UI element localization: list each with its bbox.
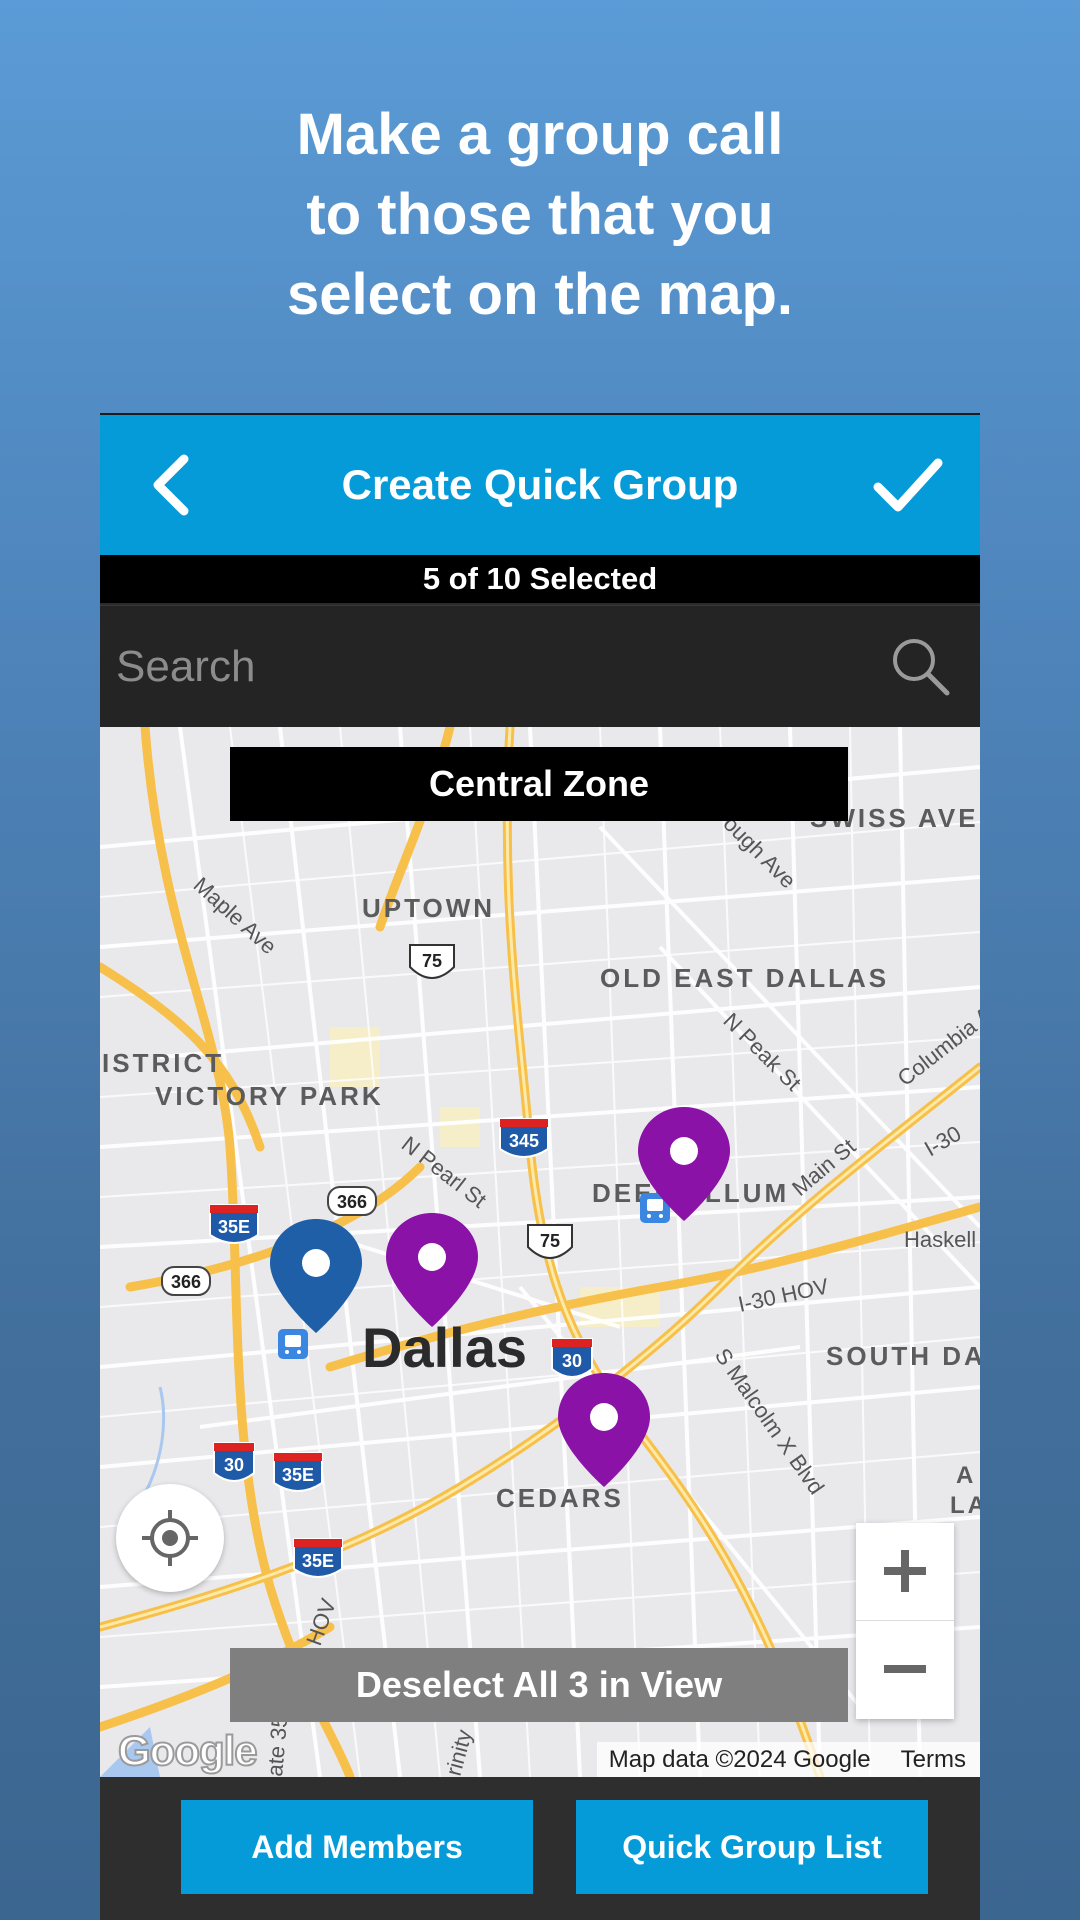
label-a: A: [956, 1462, 976, 1489]
selection-count: 5 of 10 Selected: [100, 555, 980, 603]
back-button[interactable]: [142, 453, 202, 517]
label-cedars: CEDARS: [496, 1483, 624, 1513]
svg-text:35E: 35E: [302, 1551, 334, 1571]
terms-link[interactable]: Terms: [901, 1746, 966, 1773]
i-35e-shield: 35E: [209, 1204, 259, 1244]
zone-label: Central Zone: [230, 747, 848, 821]
i-30-shield: 30: [213, 1442, 255, 1482]
svg-text:35E: 35E: [282, 1465, 314, 1485]
promo-line-1: Make a group call: [296, 102, 784, 167]
page-title: Create Quick Group: [341, 461, 739, 508]
plus-icon: [884, 1550, 926, 1592]
sh-366-shield-2: 366: [161, 1266, 211, 1296]
member-marker-purple-1[interactable]: [386, 1213, 478, 1327]
member-marker-purple-3[interactable]: [558, 1373, 650, 1487]
crosshair-icon: [142, 1510, 198, 1566]
us-75-shield: 75: [409, 944, 455, 979]
add-members-button[interactable]: Add Members: [181, 1800, 533, 1894]
svg-text:345: 345: [509, 1131, 539, 1151]
quick-group-list-button[interactable]: Quick Group List: [576, 1800, 928, 1894]
label-i30-hov: I-30 HOV: [736, 1273, 831, 1317]
label-haskell: Haskell: [904, 1227, 976, 1252]
my-location-button[interactable]: [116, 1484, 224, 1592]
confirm-button[interactable]: [872, 455, 944, 515]
search-icon: [893, 639, 950, 696]
promo-line-2: to those that you: [306, 182, 774, 247]
label-state: ate 35: [262, 1714, 292, 1777]
label-dallas: Dallas: [362, 1316, 527, 1379]
app-screen: Create Quick Group 5 of 10 Selected Sear…: [100, 413, 980, 1920]
attribution-text: Map data ©2024 Google: [608, 1746, 871, 1773]
label-hov: HOV: [301, 1595, 341, 1649]
svg-text:75: 75: [540, 1231, 560, 1251]
checkmark-icon: [873, 458, 943, 512]
label-old-east-dallas: OLD EAST DALLAS: [600, 963, 889, 993]
i-35e-shield-3: 35E: [293, 1538, 343, 1578]
svg-text:30: 30: [224, 1455, 244, 1475]
zoom-out-button[interactable]: [856, 1621, 954, 1718]
zoom-in-button[interactable]: [856, 1523, 954, 1621]
label-victory-park: VICTORY PARK: [155, 1081, 384, 1111]
label-district: ISTRICT: [102, 1048, 224, 1078]
svg-text:30: 30: [562, 1351, 582, 1371]
label-la: LA: [950, 1492, 980, 1519]
search-bar: [100, 605, 980, 727]
deselect-all-button[interactable]: Deselect All 3 in View: [230, 1648, 848, 1722]
minus-icon: [884, 1665, 926, 1673]
us-75-shield-2: 75: [527, 1224, 573, 1259]
map-view[interactable]: UPTOWN OLD EAST DALLAS SWISS AVE ISTRICT…: [100, 727, 980, 1777]
label-hugh-ave: ough Ave: [718, 811, 800, 893]
label-trinity: rinity: [441, 1727, 477, 1777]
search-button[interactable]: [890, 636, 952, 698]
transit-station-icon-2: [278, 1329, 308, 1359]
search-input[interactable]: [114, 624, 858, 710]
i-30-shield-2: 30: [551, 1338, 593, 1378]
i-345-shield: 345: [499, 1118, 549, 1158]
label-i30: I-30: [920, 1121, 965, 1162]
map-attribution: Map data ©2024 Google Terms: [596, 1742, 980, 1777]
promo-headline: Make a group call to those that you sele…: [0, 95, 1080, 335]
svg-text:366: 366: [337, 1192, 367, 1212]
i-35e-shield-2: 35E: [273, 1452, 323, 1492]
promo-line-3: select on the map.: [286, 262, 794, 327]
label-uptown: UPTOWN: [362, 893, 495, 923]
chevron-left-icon: [153, 454, 189, 516]
svg-text:35E: 35E: [218, 1217, 250, 1237]
zoom-controls: [856, 1523, 954, 1719]
app-bar: Create Quick Group: [100, 415, 980, 555]
svg-text:366: 366: [171, 1272, 201, 1292]
label-south-da: SOUTH DA: [826, 1341, 980, 1371]
bottom-action-bar: Add Members Quick Group List: [100, 1777, 980, 1920]
google-logo: Google: [117, 1726, 259, 1775]
sh-366-shield: 366: [327, 1186, 377, 1216]
map-canvas[interactable]: UPTOWN OLD EAST DALLAS SWISS AVE ISTRICT…: [100, 727, 980, 1777]
svg-text:75: 75: [422, 951, 442, 971]
